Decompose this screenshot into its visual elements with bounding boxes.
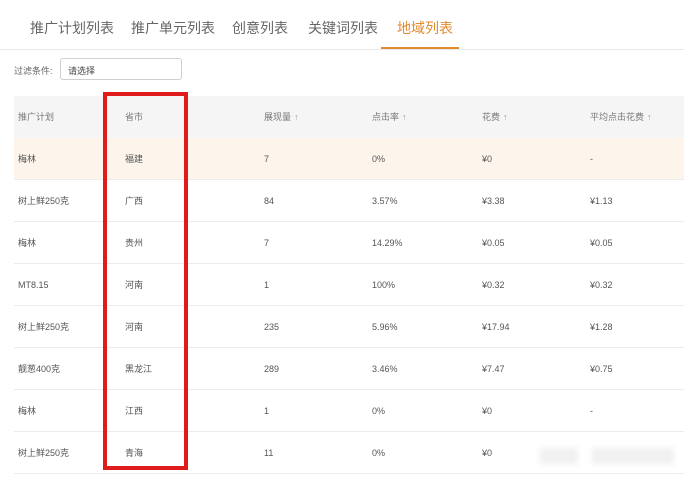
header-province: 省市 — [125, 112, 144, 122]
tab-campaign-list[interactable]: 推广计划列表 — [30, 18, 114, 38]
cell-impressions: 7 — [264, 154, 270, 164]
cell-ctr: 0% — [372, 406, 386, 416]
filter-select[interactable]: 请选择 — [60, 58, 182, 80]
table-row[interactable]: 树上鲜250克 广西 84 3.57% ¥3.38 ¥1.13 — [14, 180, 684, 222]
cell-ctr: 5.96% — [372, 322, 398, 332]
cell-campaign: 树上鲜250克 — [18, 322, 70, 332]
table-row[interactable]: 梅林 江西 1 0% ¥0 - — [14, 390, 684, 432]
table-row[interactable]: MT8.15 河南 1 100% ¥0.32 ¥0.32 — [14, 264, 684, 306]
cell-campaign: 梅林 — [18, 238, 37, 248]
tab-unit-list[interactable]: 推广单元列表 — [131, 18, 215, 38]
cell-ctr: 14.29% — [372, 238, 403, 248]
table-row[interactable]: 树上鲜250克 河南 235 5.96% ¥17.94 ¥1.28 — [14, 306, 684, 348]
cell-province: 河南 — [125, 322, 144, 332]
cell-ctr: 0% — [372, 154, 386, 164]
cell-ctr: 3.57% — [372, 196, 398, 206]
cell-cost: ¥7.47 — [482, 364, 505, 374]
header-avg-cpc[interactable]: 平均点击花费 ↑ — [590, 96, 652, 138]
table-row[interactable]: 树上鲜250克 青海 11 0% ¥0 — [14, 432, 684, 474]
cell-impressions: 84 — [264, 196, 275, 206]
cell-cost: ¥0 — [482, 154, 493, 164]
tab-keyword-list[interactable]: 关键词列表 — [308, 18, 378, 38]
blurred-watermark — [540, 448, 578, 464]
cell-campaign: 树上鲜250克 — [18, 448, 70, 458]
table-row[interactable]: 梅林 福建 7 0% ¥0 - — [14, 138, 684, 180]
cell-impressions: 235 — [264, 322, 280, 332]
sort-arrow-icon[interactable]: ↑ — [294, 112, 299, 122]
cell-cost: ¥17.94 — [482, 322, 510, 332]
tab-region-list[interactable]: 地域列表 — [397, 18, 453, 38]
cell-province: 河南 — [125, 280, 144, 290]
cell-cost: ¥0 — [482, 448, 493, 458]
cell-ctr: 0% — [372, 448, 386, 458]
cell-campaign: 梅林 — [18, 406, 37, 416]
cell-ctr: 100% — [372, 280, 396, 290]
cell-avg-cpc: - — [590, 406, 593, 416]
cell-ctr: 3.46% — [372, 364, 398, 374]
table-header: 推广计划 省市 展现量 ↑ 点击率 ↑ 花费 ↑ 平均点击花费 ↑ — [14, 96, 684, 138]
cell-campaign: 靓葱400克 — [18, 364, 61, 374]
sort-arrow-icon[interactable]: ↑ — [647, 112, 652, 122]
cell-impressions: 1 — [264, 406, 270, 416]
cell-province: 青海 — [125, 448, 144, 458]
table-row[interactable]: 梅林 贵州 7 14.29% ¥0.05 ¥0.05 — [14, 222, 684, 264]
cell-cost: ¥0.05 — [482, 238, 505, 248]
region-table: 推广计划 省市 展现量 ↑ 点击率 ↑ 花费 ↑ 平均点击花费 ↑ 梅林 福建 7 0%… — [14, 96, 684, 474]
cell-avg-cpc: ¥0.75 — [590, 364, 613, 374]
table-row[interactable]: 靓葱400克 黑龙江 289 3.46% ¥7.47 ¥0.75 — [14, 348, 684, 390]
cell-impressions: 1 — [264, 280, 270, 290]
blurred-watermark — [592, 448, 674, 464]
cell-province: 黑龙江 — [125, 364, 153, 374]
cell-avg-cpc: ¥0.32 — [590, 280, 613, 290]
tab-creative-list[interactable]: 创意列表 — [232, 18, 288, 38]
active-tab-underline — [381, 47, 459, 49]
cell-avg-cpc: ¥1.28 — [590, 322, 613, 332]
cell-campaign: 梅林 — [18, 154, 37, 164]
cell-avg-cpc: ¥0.05 — [590, 238, 613, 248]
sort-arrow-icon[interactable]: ↑ — [503, 112, 508, 122]
tab-bar: 推广计划列表 推广单元列表 创意列表 关键词列表 地域列表 — [0, 0, 684, 50]
cell-province: 贵州 — [125, 238, 144, 248]
filter-label: 过滤条件: — [14, 66, 53, 76]
cell-impressions: 289 — [264, 364, 280, 374]
header-ctr[interactable]: 点击率 ↑ — [372, 96, 407, 138]
cell-cost: ¥3.38 — [482, 196, 505, 206]
header-impressions[interactable]: 展现量 ↑ — [264, 96, 299, 138]
cell-impressions: 11 — [264, 448, 274, 458]
cell-cost: ¥0 — [482, 406, 493, 416]
cell-impressions: 7 — [264, 238, 270, 248]
cell-campaign: 树上鲜250克 — [18, 196, 70, 206]
cell-cost: ¥0.32 — [482, 280, 505, 290]
cell-campaign: MT8.15 — [18, 280, 49, 290]
cell-province: 江西 — [125, 406, 144, 416]
cell-province: 福建 — [125, 154, 144, 164]
cell-avg-cpc: ¥1.13 — [590, 196, 613, 206]
cell-province: 广西 — [125, 196, 144, 206]
sort-arrow-icon[interactable]: ↑ — [402, 112, 407, 122]
header-cost[interactable]: 花费 ↑ — [482, 96, 508, 138]
cell-avg-cpc: - — [590, 154, 593, 164]
header-campaign: 推广计划 — [18, 112, 55, 122]
